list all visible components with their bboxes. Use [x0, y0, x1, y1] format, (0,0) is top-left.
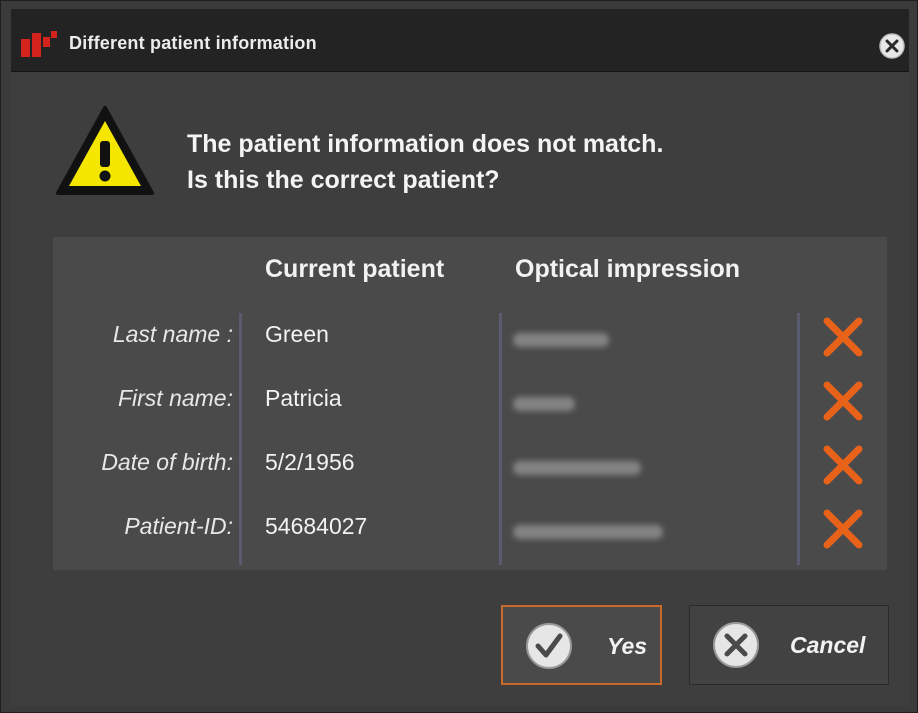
- dialog-body: The patient information does not match. …: [11, 72, 909, 706]
- close-circle-icon[interactable]: [877, 31, 907, 61]
- optical-first-name-blurred: [513, 397, 575, 411]
- header-optical-impression: Optical impression: [515, 255, 741, 283]
- patient-mismatch-dialog: Different patient information The patien…: [0, 0, 918, 713]
- cancel-button-label: Cancel: [790, 632, 866, 658]
- row-label-patient-id: Patient-ID:: [124, 513, 233, 539]
- row-label-last-name: Last name :: [112, 321, 233, 347]
- column-divider: [499, 313, 502, 565]
- warning-message: The patient information does not match. …: [187, 126, 663, 198]
- x-mismatch-icon: [823, 317, 863, 357]
- message-line-2: Is this the correct patient?: [187, 166, 500, 194]
- message-line-1: The patient information does not match.: [187, 130, 664, 158]
- current-first-name: Patricia: [265, 385, 342, 411]
- row-label-first-name: First name:: [117, 385, 233, 411]
- x-mismatch-icon: [823, 381, 863, 421]
- check-circle-icon: [526, 623, 572, 669]
- column-divider: [239, 313, 242, 565]
- optical-patient-id-blurred: [513, 525, 663, 539]
- row-label-date-of-birth: Date of birth:: [101, 449, 233, 475]
- comparison-table: Current patient Optical impression Last …: [53, 237, 887, 570]
- header-current-patient: Current patient: [265, 255, 445, 283]
- cancel-button[interactable]: Cancel: [689, 605, 889, 685]
- x-mismatch-icon: [823, 509, 863, 549]
- x-circle-icon: [713, 622, 759, 668]
- optical-date-of-birth-blurred: [513, 461, 641, 475]
- current-last-name: Green: [265, 321, 329, 347]
- app-logo-icon: [21, 31, 57, 57]
- optical-last-name-blurred: [513, 333, 609, 347]
- title-bar[interactable]: Different patient information: [11, 9, 909, 72]
- dialog-title: Different patient information: [69, 33, 317, 53]
- column-divider: [797, 313, 800, 565]
- current-date-of-birth: 5/2/1956: [265, 449, 355, 475]
- current-patient-id: 54684027: [265, 513, 368, 539]
- yes-button[interactable]: Yes: [501, 605, 662, 685]
- x-mismatch-icon: [823, 445, 863, 485]
- warning-triangle-icon: [56, 106, 154, 195]
- yes-button-label: Yes: [607, 633, 648, 659]
